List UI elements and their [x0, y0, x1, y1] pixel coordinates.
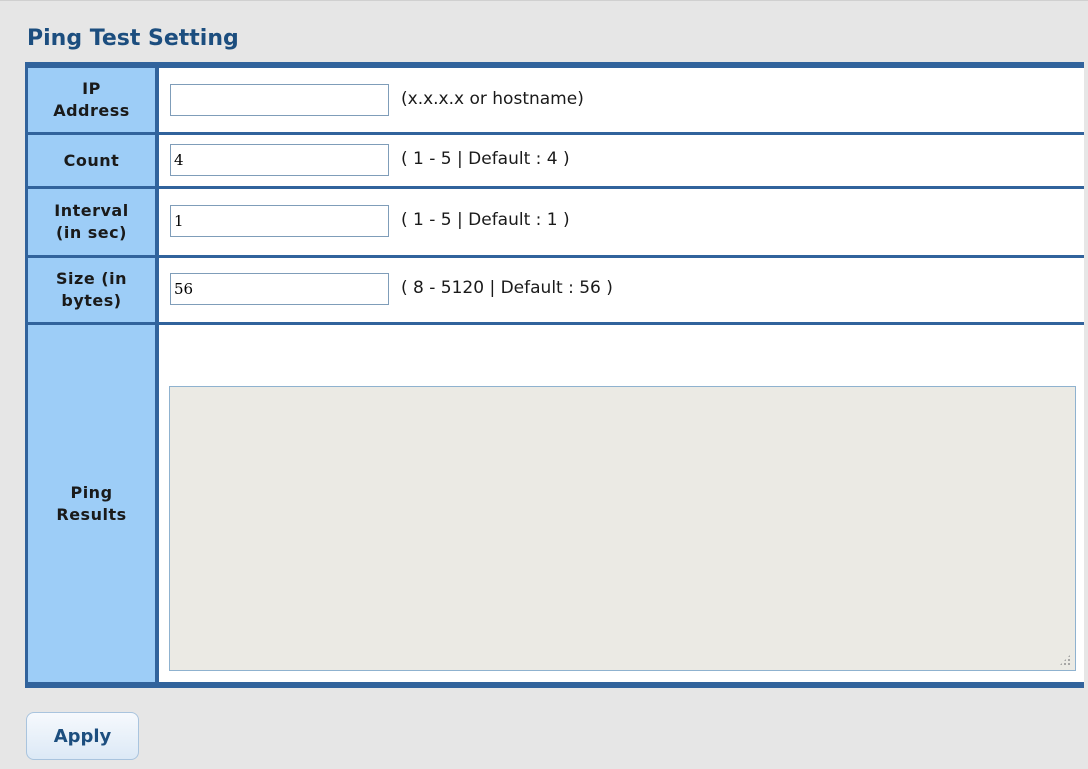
top-divider	[0, 0, 1088, 1]
column-divider	[155, 189, 159, 255]
ping-results-label-line1: Ping	[70, 482, 113, 502]
size-label-line1: Size (in	[56, 269, 127, 288]
interval-label-line2: (in sec)	[56, 223, 127, 242]
count-hint: ( 1 - 5 | Default : 4 )	[401, 149, 570, 169]
ip-address-label: IP Address	[28, 68, 155, 132]
interval-label-line1: Interval	[54, 201, 129, 220]
interval-label: Interval (in sec)	[28, 189, 155, 255]
ip-address-label-line1: IP	[82, 79, 101, 98]
apply-button[interactable]: Apply	[26, 712, 139, 760]
interval-hint: ( 1 - 5 | Default : 1 )	[401, 210, 570, 230]
size-hint: ( 8 - 5120 | Default : 56 )	[401, 278, 613, 298]
ip-address-label-line2: Address	[53, 101, 130, 120]
size-input[interactable]	[170, 273, 389, 305]
ping-results-label-line2: Results	[56, 504, 127, 524]
page-title: Ping Test Setting	[27, 26, 239, 51]
count-input[interactable]	[170, 144, 389, 176]
ip-address-row: IP Address (x.x.x.x or hostname)	[28, 68, 1084, 132]
ping-results-label: Ping Results	[28, 325, 155, 682]
size-label: Size (in bytes)	[28, 258, 155, 322]
ip-address-hint: (x.x.x.x or hostname)	[401, 89, 584, 109]
column-divider	[155, 68, 159, 132]
interval-input[interactable]	[170, 205, 389, 237]
column-divider	[155, 135, 159, 186]
size-row: Size (in bytes) ( 8 - 5120 | Default : 5…	[28, 258, 1084, 322]
column-divider	[155, 258, 159, 322]
count-row: Count ( 1 - 5 | Default : 4 )	[28, 135, 1084, 186]
size-label-line2: bytes)	[61, 291, 122, 310]
ping-settings-panel: IP Address (x.x.x.x or hostname) Count (…	[25, 62, 1084, 688]
count-label-line1: Count	[63, 150, 120, 170]
ip-address-input[interactable]	[170, 84, 389, 116]
interval-row: Interval (in sec) ( 1 - 5 | Default : 1 …	[28, 189, 1084, 255]
ping-results-textarea[interactable]	[169, 386, 1076, 671]
count-label: Count	[28, 135, 155, 186]
column-divider	[155, 325, 159, 682]
